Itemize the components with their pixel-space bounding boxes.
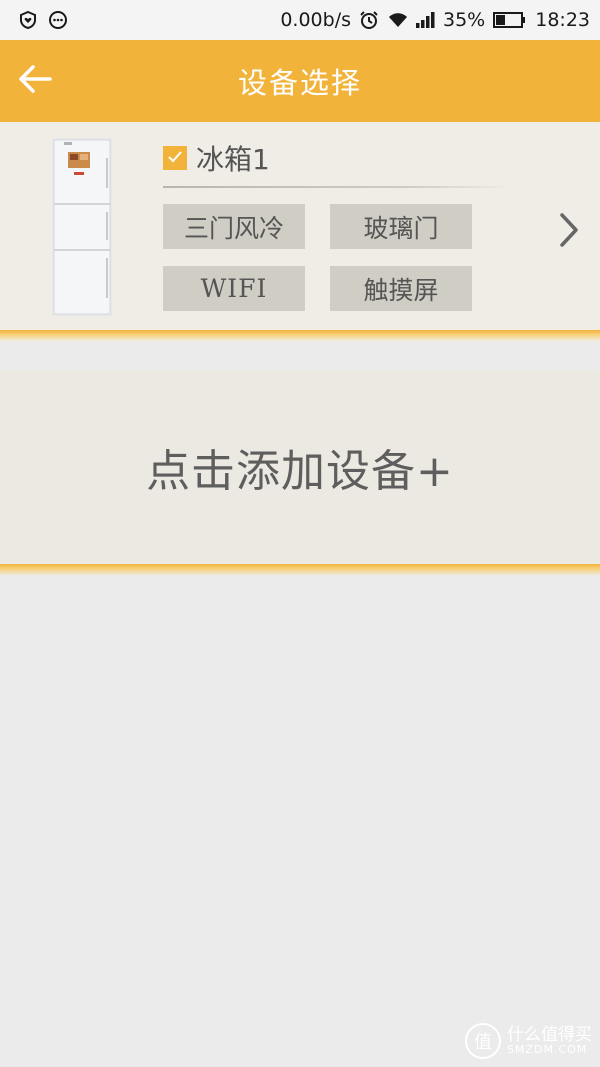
battery-percent: 35% bbox=[443, 9, 486, 31]
add-panel-shadow bbox=[0, 564, 600, 576]
alarm-icon bbox=[359, 10, 379, 30]
watermark-badge-icon: 值 bbox=[465, 1023, 501, 1059]
app-header: 设备选择 bbox=[0, 40, 600, 122]
watermark-text: 什么值得买 SMZDM.COM bbox=[507, 1024, 592, 1057]
chevron-right-icon bbox=[558, 212, 580, 252]
clock-time: 18:23 bbox=[535, 9, 590, 31]
device-divider bbox=[163, 186, 513, 188]
feature-tag: 触摸屏 bbox=[330, 266, 472, 311]
device-card-shadow bbox=[0, 330, 600, 342]
watermark: 值 什么值得买 SMZDM.COM bbox=[465, 1023, 592, 1059]
device-checkbox[interactable] bbox=[163, 146, 187, 170]
feature-tag: 三门风冷 bbox=[163, 204, 305, 249]
status-right: 0.00b/s 35% 18:23 bbox=[280, 9, 590, 31]
add-device-button[interactable]: 点击添加设备+ bbox=[0, 370, 600, 564]
feature-tag: WIFI bbox=[163, 266, 305, 311]
watermark-cn: 什么值得买 bbox=[507, 1024, 592, 1045]
feature-tag: 玻璃门 bbox=[330, 204, 472, 249]
page-title: 设备选择 bbox=[237, 66, 362, 100]
checkmark-icon bbox=[167, 149, 183, 168]
battery-icon bbox=[493, 10, 527, 30]
status-left bbox=[18, 10, 68, 30]
arrow-left-icon bbox=[18, 64, 52, 98]
device-card[interactable]: 冰箱1 三门风冷 玻璃门 WIFI 触摸屏 bbox=[0, 122, 600, 330]
device-name: 冰箱1 bbox=[196, 143, 270, 176]
network-speed: 0.00b/s bbox=[280, 9, 351, 31]
chat-bubble-icon bbox=[48, 10, 68, 30]
device-detail-button[interactable] bbox=[552, 210, 586, 254]
wifi-icon bbox=[387, 10, 407, 30]
status-bar: 0.00b/s 35% 18:23 bbox=[0, 0, 600, 40]
back-button[interactable] bbox=[14, 60, 56, 102]
watermark-badge-text: 值 bbox=[474, 1032, 492, 1053]
signal-icon bbox=[415, 10, 435, 30]
add-device-label: 点击添加设备+ bbox=[146, 446, 454, 497]
shield-heart-icon bbox=[18, 10, 38, 30]
fridge-image bbox=[52, 138, 112, 316]
watermark-en: SMZDM.COM bbox=[507, 1043, 588, 1057]
